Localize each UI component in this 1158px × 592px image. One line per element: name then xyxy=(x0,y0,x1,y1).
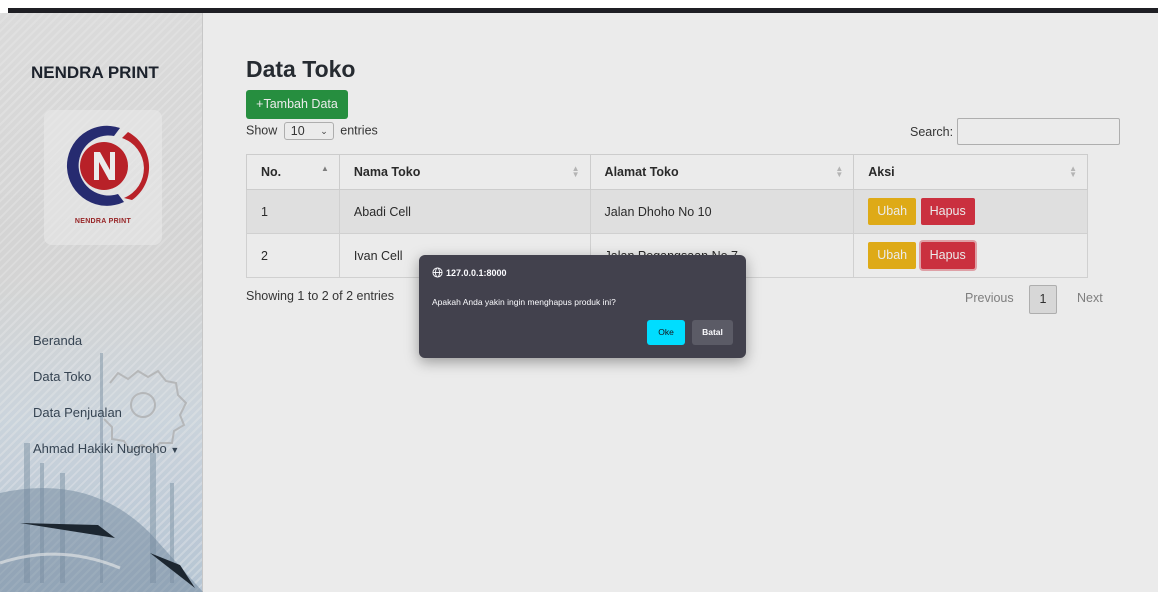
dialog-origin: 127.0.0.1:8000 xyxy=(432,267,507,278)
dialog-message: Apakah Anda yakin ingin menghapus produk… xyxy=(432,297,616,307)
dialog-ok-button[interactable]: Oke xyxy=(647,320,685,345)
globe-icon xyxy=(432,267,443,278)
dialog-cancel-button[interactable]: Batal xyxy=(692,320,733,345)
browser-top-bar xyxy=(0,0,1158,13)
page: NENDRA PRINT NENDRA PRINT Beranda Data T… xyxy=(0,0,1158,592)
confirm-dialog: 127.0.0.1:8000 Apakah Anda yakin ingin m… xyxy=(419,255,746,358)
dialog-origin-text: 127.0.0.1:8000 xyxy=(446,268,507,278)
